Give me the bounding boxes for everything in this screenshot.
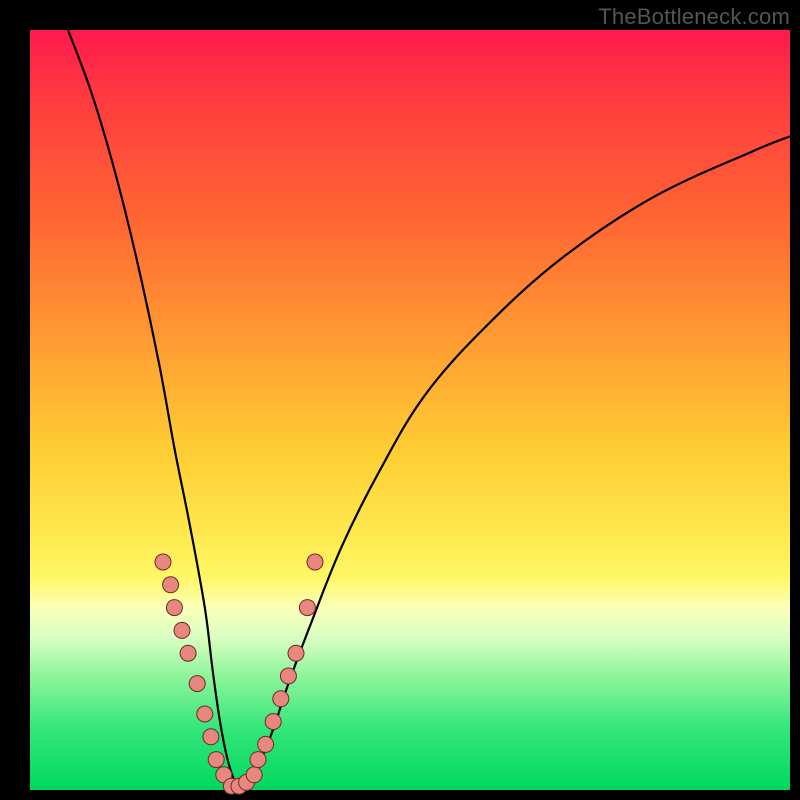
- sample-marker: [197, 706, 213, 722]
- right-curve: [243, 136, 790, 790]
- sample-marker: [166, 600, 182, 616]
- chart-frame: TheBottleneck.com: [0, 0, 800, 800]
- sample-marker: [258, 736, 274, 752]
- sample-marker: [155, 554, 171, 570]
- plot-area: [30, 30, 790, 790]
- sample-marker: [174, 622, 190, 638]
- watermark-text: TheBottleneck.com: [598, 4, 790, 30]
- sample-marker: [189, 676, 205, 692]
- left-curve: [68, 30, 243, 790]
- sample-marker: [163, 577, 179, 593]
- sample-marker: [246, 767, 262, 783]
- curves-svg: [30, 30, 790, 790]
- curve-group: [68, 30, 790, 790]
- sample-marker: [299, 600, 315, 616]
- sample-marker: [273, 691, 289, 707]
- sample-marker: [288, 645, 304, 661]
- marker-group: [155, 554, 323, 794]
- sample-marker: [203, 729, 219, 745]
- sample-marker: [250, 752, 266, 768]
- sample-marker: [265, 714, 281, 730]
- sample-marker: [280, 668, 296, 684]
- sample-marker: [307, 554, 323, 570]
- sample-marker: [180, 645, 196, 661]
- sample-marker: [208, 752, 224, 768]
